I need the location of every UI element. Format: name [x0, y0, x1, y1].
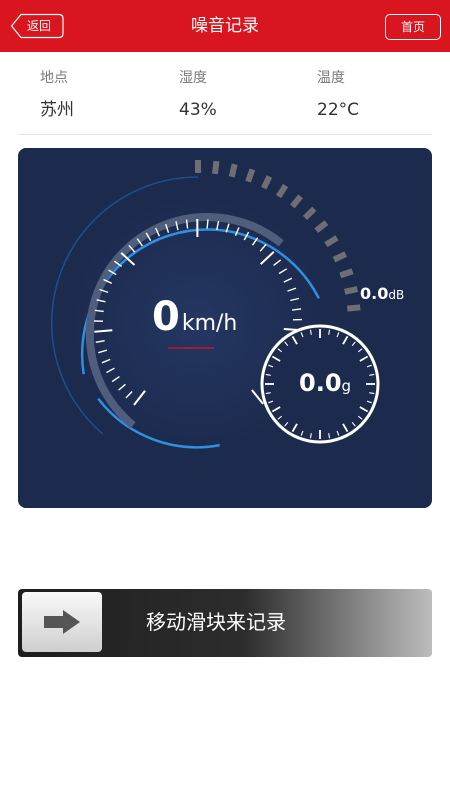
- g-force-readout: 0.0g: [299, 367, 351, 402]
- decibel-block: [276, 183, 289, 199]
- g-value: 0.0: [299, 369, 342, 397]
- humidity-value: 43%: [179, 100, 217, 120]
- temperature-label: 温度: [317, 70, 345, 86]
- speed-readout: 0km/h: [152, 294, 237, 348]
- gauge-tick: [185, 219, 189, 229]
- location-value: 苏州: [40, 100, 74, 120]
- decibel-block: [228, 163, 238, 178]
- info-bar: 地点 苏州 湿度 43% 温度 22°C: [18, 52, 432, 135]
- g-unit: g: [341, 377, 352, 395]
- decibel-block: [211, 160, 220, 175]
- decibel-block: [344, 286, 359, 295]
- decibel-block: [261, 175, 273, 190]
- noise-unit: dB: [388, 288, 405, 302]
- header-bar: 返回 噪音记录 首页: [0, 0, 450, 52]
- record-slider[interactable]: 移动滑块来记录: [18, 589, 432, 657]
- speedometer-panel: 0.0dB 0km/h 0.0g: [18, 148, 432, 508]
- humidity-label: 湿度: [179, 70, 207, 86]
- arrow-right-icon: [44, 610, 80, 634]
- speed-value: 0: [152, 294, 180, 340]
- slider-handle[interactable]: [22, 592, 102, 652]
- decibel-block: [314, 220, 329, 234]
- decibel-block: [302, 206, 317, 221]
- home-button[interactable]: 首页: [385, 14, 441, 40]
- decibel-block: [332, 251, 347, 263]
- decibel-block: [290, 194, 303, 209]
- gauge-tick: [206, 219, 209, 229]
- slider-label: 移动滑块来记录: [146, 610, 286, 634]
- location-label: 地点: [40, 70, 68, 86]
- decibel-block: [324, 235, 339, 248]
- noise-readout: 0.0dB: [360, 284, 404, 303]
- noise-value: 0.0: [360, 284, 389, 303]
- temperature-value: 22°C: [317, 100, 360, 120]
- decibel-block: [339, 268, 354, 279]
- decibel-block: [347, 304, 361, 312]
- speed-unit: km/h: [181, 311, 238, 336]
- page-title: 噪音记录: [191, 16, 259, 36]
- decibel-block: [245, 168, 256, 183]
